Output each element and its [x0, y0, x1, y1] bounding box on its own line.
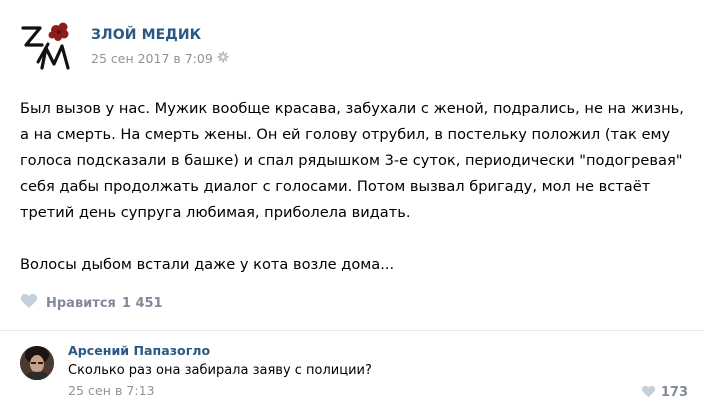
comment-like-count: 173 [660, 385, 688, 400]
community-logo[interactable] [20, 18, 76, 74]
post-text: Был вызов у нас. Мужик вообще красава, з… [20, 96, 690, 278]
comment-like-button[interactable]: 173 [641, 383, 688, 402]
comment: Арсений Папазогло Сколько раз она забира… [20, 343, 690, 403]
post-author-name[interactable]: ЗЛОЙ МЕДИК [91, 27, 229, 43]
post-paragraph: Был вызов у нас. Мужик вообще красава, з… [20, 100, 684, 221]
comment-text: Сколько раз она забирала заяву с полиции… [68, 363, 372, 378]
comment-author[interactable]: Арсений Папазогло [68, 343, 210, 358]
avatar[interactable] [20, 346, 54, 380]
post-header: ЗЛОЙ МЕДИК 25 сен 2017 в 7:09 [20, 18, 229, 74]
like-label: Нравится [46, 295, 116, 311]
post-paragraph: Волосы дыбом встали даже у кота возле до… [20, 256, 395, 273]
like-count: 1 451 [121, 295, 163, 311]
heart-icon [20, 293, 38, 313]
zlm-logo-icon [21, 22, 70, 70]
post-date: 25 сен 2017 в 7:09 [91, 51, 229, 66]
like-button[interactable]: Нравится 1 451 [20, 293, 163, 313]
divider [0, 330, 704, 331]
post-date-text[interactable]: 25 сен 2017 в 7:09 [91, 51, 213, 66]
gear-icon[interactable] [217, 51, 229, 66]
heart-icon [641, 383, 656, 402]
comment-date[interactable]: 25 сен в 7:13 [68, 383, 155, 398]
